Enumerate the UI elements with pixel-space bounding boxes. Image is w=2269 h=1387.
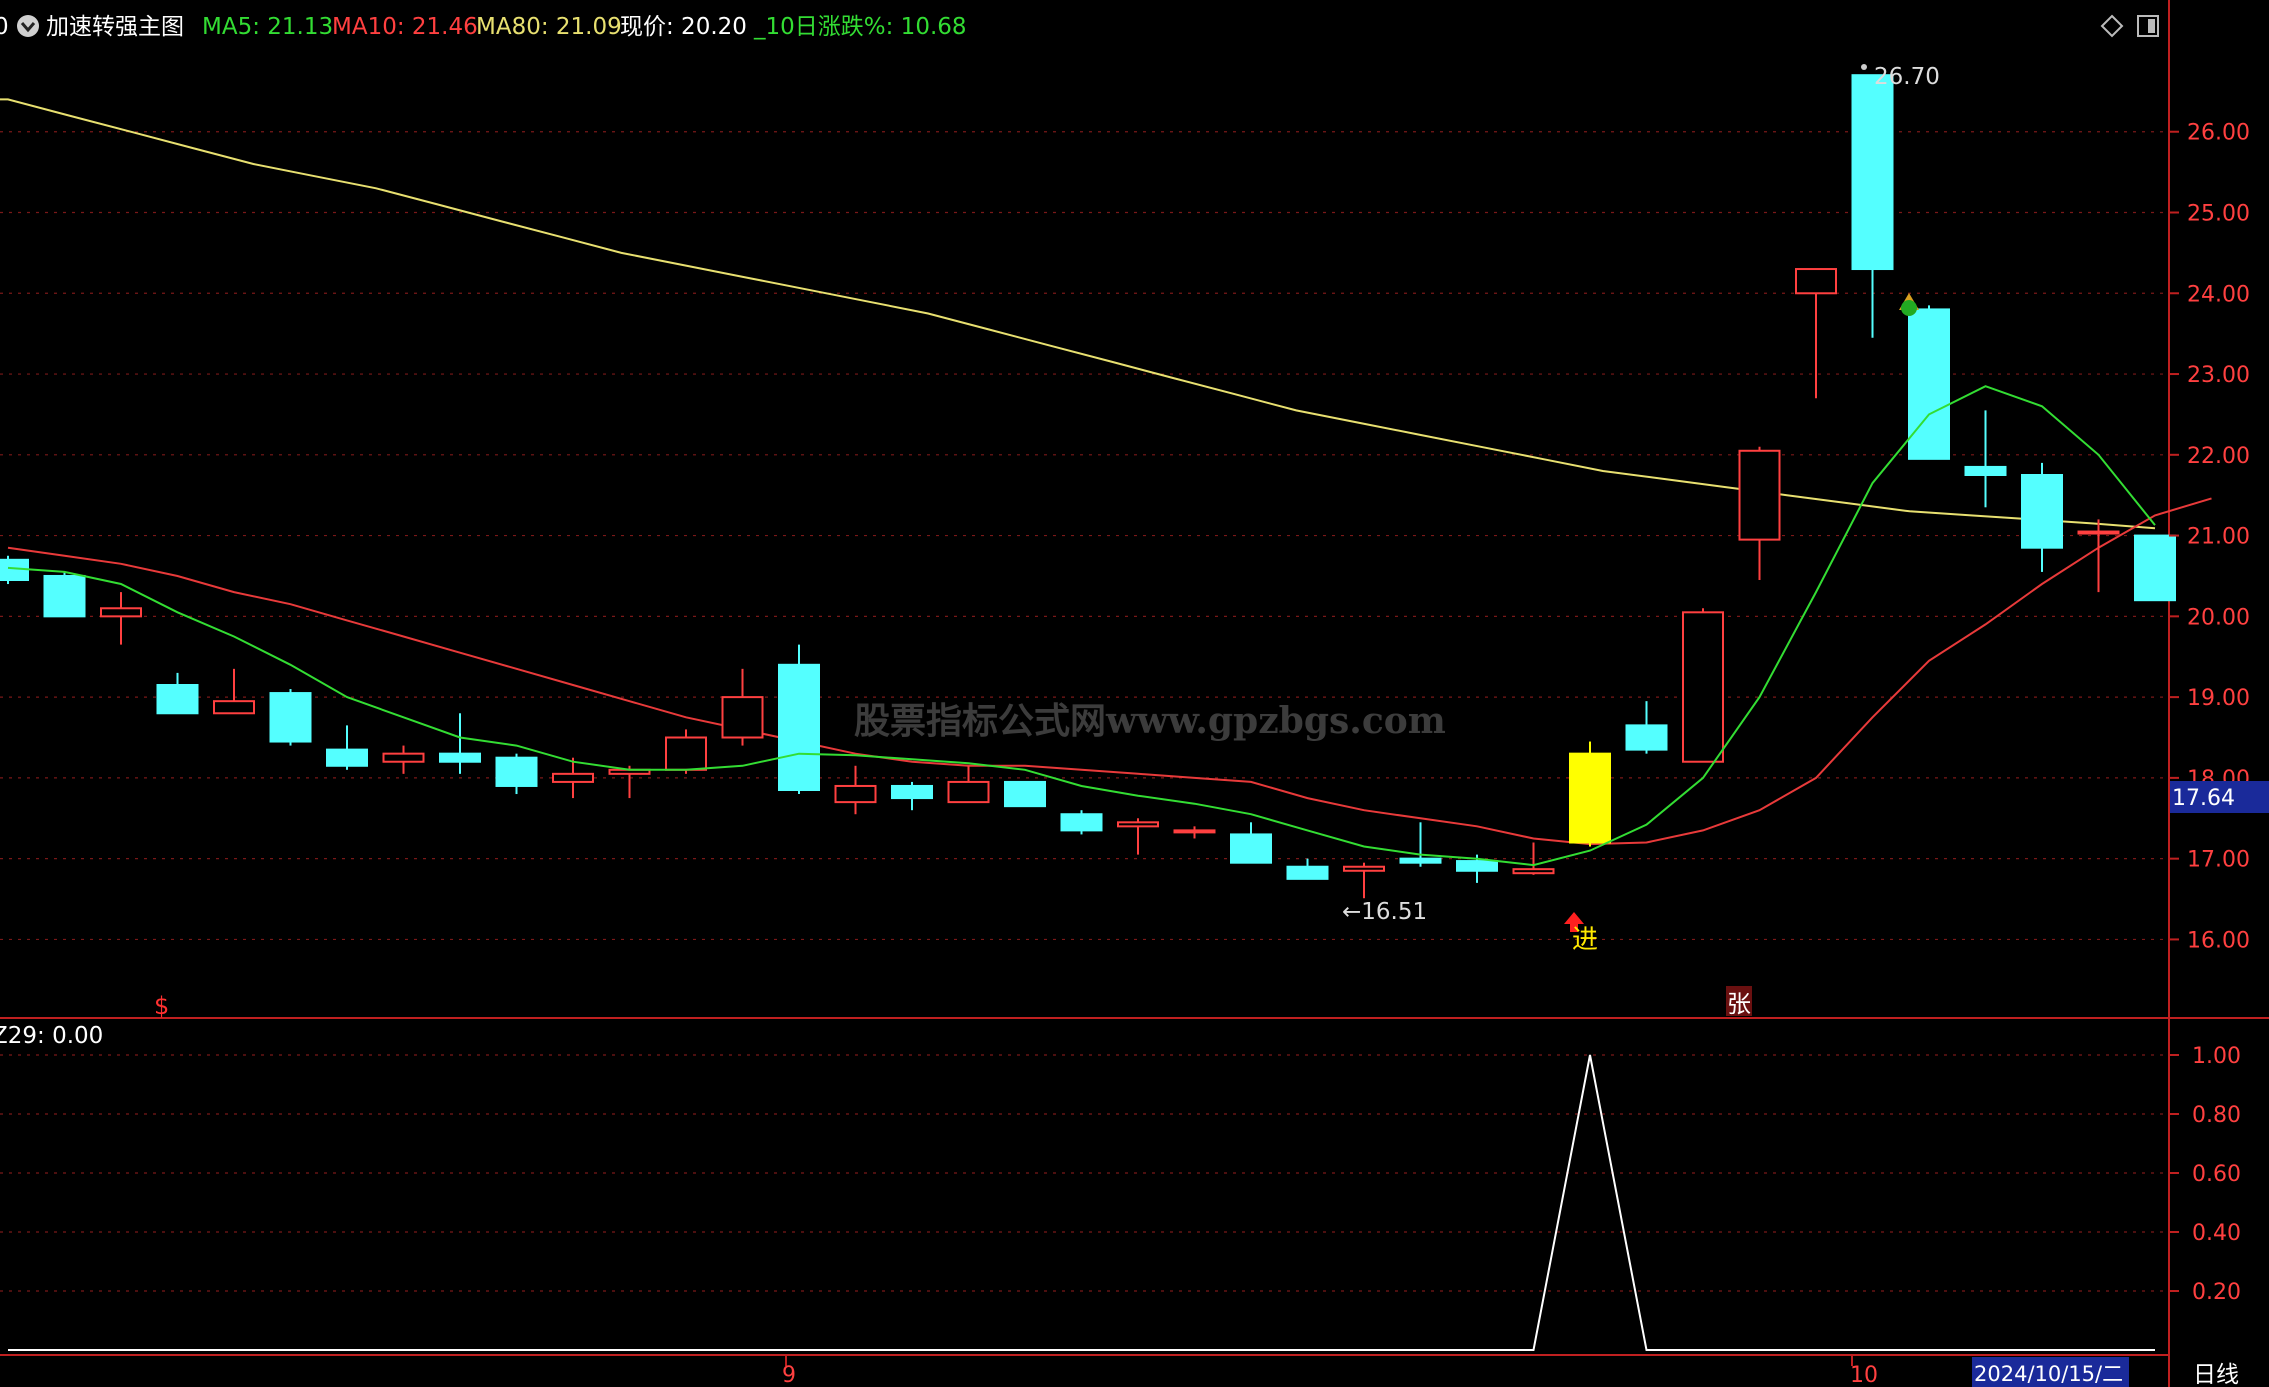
candle-body <box>1964 465 2007 476</box>
candle-body <box>269 692 312 743</box>
candle <box>1908 305 1950 460</box>
candle-body <box>1343 865 1385 872</box>
candle-body <box>1230 833 1272 864</box>
price-indicator-value: 17.64 <box>2172 786 2235 811</box>
candle-body <box>1286 865 1329 880</box>
stock-chart[interactable]: 0 加速转强主图 MA5: 21.13 MA10: 21.46 MA80: 21… <box>0 0 2269 1387</box>
candle-body <box>1399 857 1442 864</box>
candle-body <box>2077 530 2120 535</box>
y-tick-label: 21.00 <box>2187 525 2250 550</box>
y-tick-label: 25.00 <box>2187 202 2250 227</box>
y-tick-label: 26.00 <box>2187 121 2250 146</box>
enter-signal-label: 进 <box>1572 925 1598 955</box>
high-price-label: 26.70 <box>1874 64 1940 90</box>
candle <box>2134 534 2176 602</box>
y-tick-label: 20.00 <box>2187 605 2250 630</box>
osc-tick-label: 1.00 <box>2192 1044 2241 1069</box>
candle-body <box>1173 829 1216 834</box>
period-button[interactable]: 日线 <box>2193 1362 2239 1387</box>
candle-body <box>552 772 594 783</box>
candle-body <box>1795 268 1837 295</box>
rise-signal-label: 张 <box>1727 990 1751 1018</box>
candle-body <box>2134 534 2176 602</box>
candle-body <box>1060 813 1103 832</box>
candle <box>1682 608 1724 763</box>
candle-body <box>439 752 481 763</box>
candle-body <box>1004 780 1046 808</box>
candle <box>778 644 820 795</box>
osc-tick-label: 0.80 <box>2192 1103 2241 1128</box>
y-tick-label: 16.00 <box>2187 928 2250 953</box>
candle-body <box>43 574 86 618</box>
candle-body <box>1908 308 1950 460</box>
candle <box>1060 810 1103 835</box>
low-price-label: ←16.51 <box>1342 899 1427 925</box>
candle-body <box>1625 724 1668 751</box>
candle-body <box>947 780 990 804</box>
candle-body <box>1738 449 1781 541</box>
current-price-label: 现价: 20.20 <box>620 14 747 40</box>
date-indicator-label: 2024/10/15/二 <box>1974 1362 2123 1386</box>
watermark: 股票指标公式网www.gpzbgs.com <box>854 700 1446 742</box>
candle-body <box>1512 868 1555 875</box>
y-tick-label: 17.00 <box>2187 848 2250 873</box>
ma80-legend: MA80: 21.09 <box>476 14 622 40</box>
osc-tick-label: 0.20 <box>2192 1280 2241 1305</box>
month1-label: 9 <box>782 1363 796 1387</box>
y-tick-label: 24.00 <box>2187 282 2250 307</box>
candle-body <box>213 700 255 715</box>
candle-body <box>2021 474 2063 549</box>
y-tick-label: 19.00 <box>2187 686 2250 711</box>
ma10-legend: MA10: 21.46 <box>332 14 478 40</box>
s-marker: $ <box>154 992 169 1020</box>
osc-tick-label: 0.60 <box>2192 1162 2241 1187</box>
candle-body <box>665 736 707 771</box>
month2-label: 10 <box>1850 1363 1878 1387</box>
candle <box>43 571 86 618</box>
candle-body <box>156 684 199 715</box>
panel-toggle-icon-fill <box>2148 19 2155 33</box>
y-tick-label: 22.00 <box>2187 444 2250 469</box>
high-marker <box>1861 64 1867 70</box>
chart-header: 0 加速转强主图 MA5: 21.13 MA10: 21.46 MA80: 21… <box>0 14 967 40</box>
candle-body <box>382 752 425 763</box>
header-prefix: 0 <box>0 14 9 40</box>
y-tick-label: 23.00 <box>2187 363 2250 388</box>
osc-tick-label: 0.40 <box>2192 1221 2241 1246</box>
candle-body <box>1456 860 1498 872</box>
candle-body <box>326 748 368 767</box>
candle <box>269 689 312 746</box>
candle <box>1569 741 1611 847</box>
indicator-title: 加速转强主图 <box>46 14 184 40</box>
candle-body <box>778 663 820 791</box>
candle-body <box>891 784 933 800</box>
candle-body <box>1569 752 1611 844</box>
ten-day-change-label: _10日涨跌%: 10.68 <box>753 14 967 40</box>
candle-body <box>1851 74 1894 271</box>
candle-body <box>834 784 877 804</box>
chevron-down-icon[interactable] <box>17 15 39 37</box>
candle-body <box>721 696 764 739</box>
tree-icon-leaf <box>1901 300 1917 316</box>
oscillator-label: Z29: 0.00 <box>0 1023 103 1049</box>
candle-body <box>1117 821 1159 828</box>
candle <box>1004 780 1046 808</box>
candle-body <box>1682 611 1724 763</box>
candle-body <box>495 756 538 787</box>
ma5-legend: MA5: 21.13 <box>202 14 333 40</box>
candle-body <box>100 607 142 618</box>
